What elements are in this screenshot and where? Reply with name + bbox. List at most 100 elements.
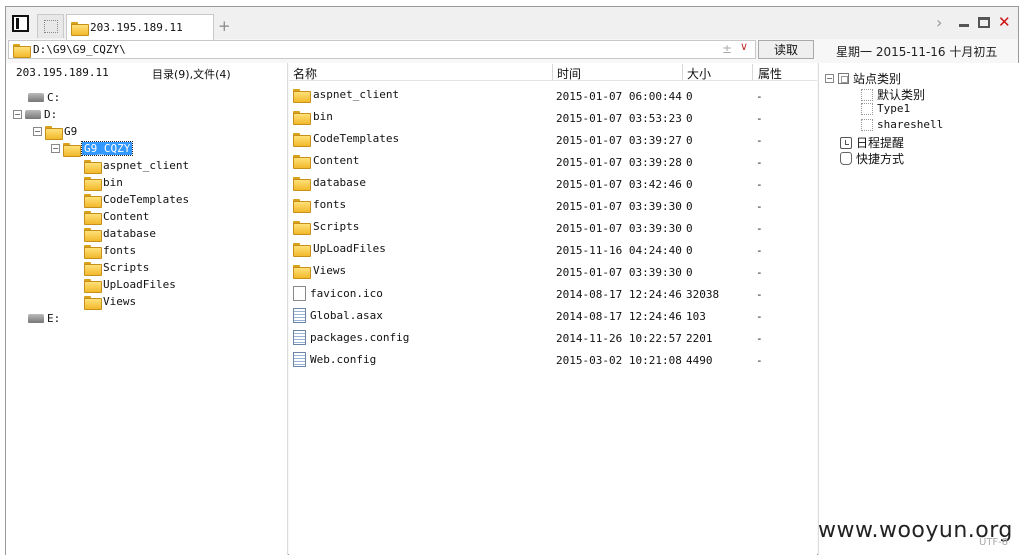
- file-row[interactable]: favicon.ico 2014-08-17 12:24:46 32038 -: [289, 283, 817, 305]
- close-button[interactable]: ✕: [998, 13, 1011, 31]
- file-time: 2015-03-02 10:21:08: [556, 354, 682, 367]
- folder-icon: [293, 198, 311, 213]
- panel-toggle-icon[interactable]: [12, 15, 29, 32]
- schedule-node[interactable]: 日程提醒: [840, 134, 904, 151]
- file-row[interactable]: Web.config 2015-03-02 10:21:08 4490 -: [289, 349, 817, 371]
- file-row[interactable]: CodeTemplates 2015-01-07 03:39:27 0 -: [289, 129, 817, 151]
- app-window: 203.195.189.11 + › ✕ D:\G9\G9_CQZY\ ± ∨ …: [5, 6, 1019, 555]
- col-header-time[interactable]: 时间: [557, 65, 581, 82]
- file-attr: -: [756, 354, 763, 367]
- file-size: 0: [686, 112, 693, 125]
- file-name: Web.config: [310, 353, 377, 366]
- file-row[interactable]: aspnet_client 2015-01-07 06:00:44 0 -: [289, 85, 817, 107]
- category-item-icon: [861, 102, 873, 115]
- directory-tree: 203.195.189.11 目录(9),文件(4) C: − D: − G9 …: [6, 63, 288, 555]
- file-name-cell: UpLoadFiles: [293, 242, 386, 257]
- file-name-cell: Web.config: [293, 352, 376, 367]
- tab-bar: 203.195.189.11 + › ✕: [6, 7, 1018, 40]
- tree-folder-g9[interactable]: − G9: [33, 123, 77, 140]
- collapse-icon[interactable]: −: [33, 127, 42, 136]
- file-row[interactable]: UpLoadFiles 2015-11-16 04:24:40 0 -: [289, 239, 817, 261]
- home-tab[interactable]: [37, 14, 64, 38]
- file-attr: -: [756, 134, 763, 147]
- folder-icon: [71, 21, 89, 36]
- folder-label: fonts: [103, 244, 137, 257]
- file-row[interactable]: Global.asax 2014-08-17 12:24:46 103 -: [289, 305, 817, 327]
- add-bookmark-icon[interactable]: ±: [722, 42, 732, 56]
- col-header-attr[interactable]: 属性: [758, 65, 782, 82]
- hand-icon: [840, 152, 852, 165]
- file-name: favicon.ico: [310, 287, 383, 300]
- col-header-name[interactable]: 名称: [293, 65, 317, 82]
- tab-title: 203.195.189.11: [90, 21, 183, 34]
- file-name-cell: Content: [293, 154, 360, 169]
- file-name-cell: Views: [293, 264, 346, 279]
- folder-label: CodeTemplates: [103, 193, 190, 206]
- drive-label: E:: [47, 312, 61, 325]
- file-row[interactable]: Views 2015-01-07 03:39:30 0 -: [289, 261, 817, 283]
- file-icon: [293, 286, 306, 301]
- file-name-cell: CodeTemplates: [293, 132, 399, 147]
- file-time: 2014-08-17 12:24:46: [556, 288, 682, 301]
- col-header-size[interactable]: 大小: [687, 65, 711, 82]
- collapse-icon[interactable]: −: [825, 74, 834, 83]
- folder-icon: [293, 154, 311, 169]
- chevron-down-icon[interactable]: ∨: [740, 40, 748, 53]
- tree-subfolder[interactable]: bin: [84, 174, 123, 191]
- file-row[interactable]: Content 2015-01-07 03:39:28 0 -: [289, 151, 817, 173]
- drive-icon: [25, 110, 41, 119]
- folder-icon: [84, 176, 102, 191]
- tree-subfolder[interactable]: Scripts: [84, 259, 149, 276]
- tree-subfolder[interactable]: fonts: [84, 242, 136, 259]
- path-text: D:\G9\G9_CQZY\: [33, 43, 126, 56]
- file-name: Content: [313, 154, 360, 167]
- tree-subfolder[interactable]: UpLoadFiles: [84, 276, 176, 293]
- column-divider[interactable]: [752, 64, 753, 80]
- file-name: aspnet_client: [313, 88, 400, 101]
- host-label: 203.195.189.11: [16, 66, 109, 79]
- new-tab-button[interactable]: +: [218, 17, 231, 35]
- file-row[interactable]: Scripts 2015-01-07 03:39:30 0 -: [289, 217, 817, 239]
- shortcuts-node[interactable]: 快捷方式: [840, 150, 904, 167]
- column-divider[interactable]: [552, 64, 553, 80]
- chevron-right-icon[interactable]: ›: [936, 13, 942, 32]
- file-time: 2015-01-07 03:42:46: [556, 178, 682, 191]
- read-button[interactable]: 读取: [758, 40, 814, 59]
- category-item[interactable]: 默认类别: [861, 86, 925, 103]
- tree-subfolder[interactable]: CodeTemplates: [84, 191, 189, 208]
- tree-drive-e[interactable]: E:: [28, 310, 60, 327]
- file-row[interactable]: bin 2015-01-07 03:53:23 0 -: [289, 107, 817, 129]
- tree-subfolder[interactable]: Views: [84, 293, 136, 310]
- column-divider[interactable]: [682, 64, 683, 80]
- tab-active[interactable]: 203.195.189.11: [66, 14, 214, 40]
- collapse-icon[interactable]: −: [13, 110, 22, 119]
- file-time: 2014-11-26 10:22:57: [556, 332, 682, 345]
- tree-subfolder[interactable]: aspnet_client: [84, 157, 189, 174]
- category-item[interactable]: Type1: [861, 102, 910, 115]
- file-name: Scripts: [313, 220, 360, 233]
- file-row[interactable]: packages.config 2014-11-26 10:22:57 2201 -: [289, 327, 817, 349]
- file-attr: -: [756, 332, 763, 345]
- site-category-node[interactable]: − 站点类别: [825, 70, 901, 87]
- file-time: 2015-01-07 03:39:30: [556, 222, 682, 235]
- file-size: 4490: [686, 354, 713, 367]
- file-attr: -: [756, 222, 763, 235]
- file-name: bin: [313, 110, 333, 123]
- tree-subfolder[interactable]: Content: [84, 208, 149, 225]
- file-name: fonts: [313, 198, 347, 211]
- file-name: packages.config: [310, 331, 410, 344]
- tree-drive-d[interactable]: − D:: [13, 106, 57, 123]
- maximize-button[interactable]: [978, 17, 990, 28]
- folder-label: database: [103, 227, 156, 240]
- tree-folder-g9-cqzy[interactable]: − G9_CQZY: [51, 140, 134, 157]
- file-row[interactable]: fonts 2015-01-07 03:39:30 0 -: [289, 195, 817, 217]
- path-input[interactable]: D:\G9\G9_CQZY\: [8, 40, 756, 59]
- category-item[interactable]: shareshell: [861, 118, 943, 131]
- file-name: Global.asax: [310, 309, 383, 322]
- minimize-button[interactable]: [959, 24, 969, 27]
- collapse-icon[interactable]: −: [51, 144, 60, 153]
- file-row[interactable]: database 2015-01-07 03:42:46 0 -: [289, 173, 817, 195]
- tree-subfolder[interactable]: database: [84, 225, 156, 242]
- file-size: 0: [686, 244, 693, 257]
- tree-drive-c[interactable]: C:: [28, 89, 60, 106]
